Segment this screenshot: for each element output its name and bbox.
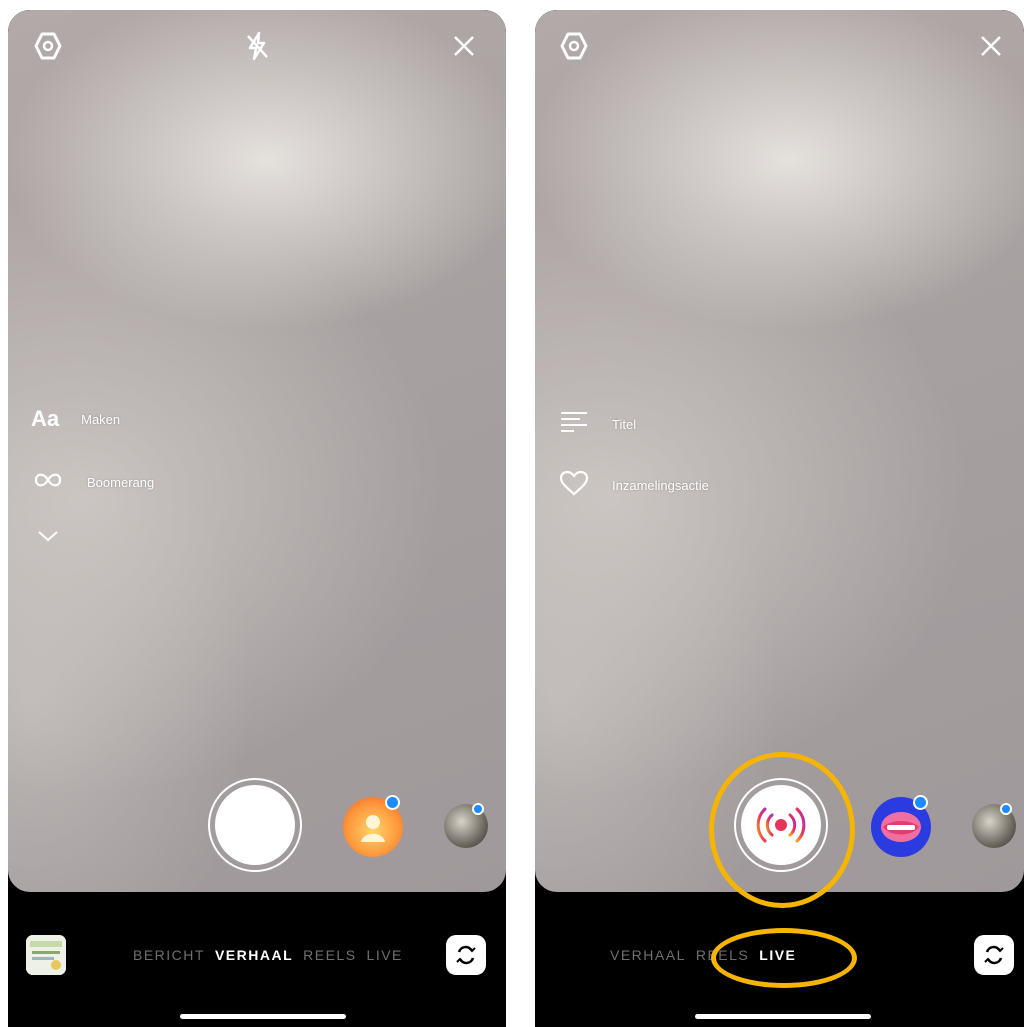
- mode-bericht[interactable]: BERICHT: [133, 947, 205, 963]
- create-tool[interactable]: Aa Maken: [31, 406, 120, 432]
- home-indicator[interactable]: [180, 1014, 346, 1019]
- close-icon[interactable]: [448, 30, 480, 62]
- capture-button-inner: [215, 785, 295, 865]
- infinity-icon: [31, 470, 65, 495]
- settings-gear-icon[interactable]: [558, 30, 590, 62]
- highlight-oval-live-mode: [711, 928, 857, 988]
- new-effect-badge: [913, 795, 928, 810]
- new-effect-badge: [472, 803, 484, 815]
- mode-selector: BERICHT VERHAAL REELS LIVE: [133, 947, 403, 963]
- mode-live[interactable]: LIVE: [367, 947, 403, 963]
- mode-verhaal[interactable]: VERHAAL: [610, 947, 686, 963]
- story-camera-screen: Aa Maken Boomerang BERICHT VERHAAL REELS…: [8, 10, 506, 1027]
- lines-icon: [560, 410, 588, 439]
- more-tools-chevron-down-icon[interactable]: [37, 529, 59, 543]
- capture-button[interactable]: [208, 778, 302, 872]
- settings-gear-icon[interactable]: [32, 30, 64, 62]
- new-effect-badge: [1000, 803, 1012, 815]
- tool-label: Maken: [81, 411, 121, 427]
- highlight-circle-live-button: [709, 752, 855, 908]
- new-effect-badge: [385, 795, 400, 810]
- flash-off-icon[interactable]: [241, 30, 273, 62]
- mode-verhaal[interactable]: VERHAAL: [215, 947, 293, 963]
- switch-camera-icon[interactable]: [446, 935, 486, 975]
- fundraiser-tool[interactable]: Inzamelingsactie: [558, 469, 709, 502]
- close-icon[interactable]: [975, 30, 1007, 62]
- home-indicator[interactable]: [695, 1014, 871, 1019]
- switch-camera-icon[interactable]: [974, 935, 1014, 975]
- title-tool[interactable]: Titel: [560, 410, 636, 439]
- mode-reels[interactable]: REELS: [303, 947, 356, 963]
- tool-label: Inzamelingsactie: [612, 478, 709, 493]
- heart-icon: [558, 469, 590, 502]
- tool-label: Boomerang: [87, 475, 155, 490]
- text-aa-icon: Aa: [31, 406, 60, 431]
- tool-label: Titel: [612, 417, 637, 432]
- boomerang-tool[interactable]: Boomerang: [31, 470, 154, 495]
- gallery-thumbnail[interactable]: [26, 935, 66, 975]
- camera-viewfinder: [8, 10, 506, 892]
